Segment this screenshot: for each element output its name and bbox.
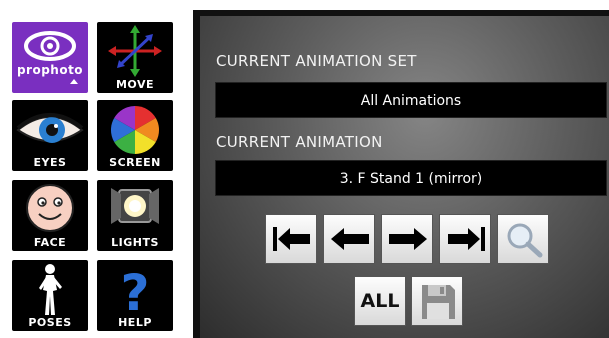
search-button[interactable] — [497, 214, 549, 264]
animation-set-field[interactable]: All Animations — [215, 82, 607, 118]
animation-header: CURRENT ANIMATION — [216, 133, 383, 151]
prev-button[interactable] — [323, 214, 375, 264]
prophoto-eye-logo-icon — [24, 31, 78, 84]
first-arrow-icon — [273, 227, 310, 251]
prophoto-tile[interactable]: prophoto — [12, 22, 88, 93]
magnifier-icon — [507, 223, 543, 258]
poses-tile[interactable]: POSES — [12, 260, 88, 331]
animation-field[interactable]: 3. F Stand 1 (mirror) — [215, 160, 607, 196]
lights-tile[interactable]: LIGHTS — [97, 180, 173, 251]
all-button[interactable]: ALL — [354, 276, 406, 326]
face-label: FACE — [33, 236, 67, 249]
move-tile[interactable]: MOVE — [97, 22, 173, 93]
eyes-tile[interactable]: EYES — [12, 100, 88, 171]
floppy-disk-icon — [422, 285, 455, 319]
first-button[interactable] — [265, 214, 317, 264]
screen-label: SCREEN — [109, 156, 161, 169]
right-arrow-icon — [389, 228, 427, 250]
face-tile[interactable]: FACE — [12, 180, 88, 251]
animation-panel: CURRENT ANIMATION SET All Animations CUR… — [193, 10, 609, 338]
svg-text:?: ? — [120, 264, 149, 322]
help-tile[interactable]: ? HELP — [97, 260, 173, 331]
screen-tile[interactable]: SCREEN — [97, 100, 173, 171]
help-label: HELP — [118, 316, 152, 329]
animation-set-header: CURRENT ANIMATION SET — [216, 52, 417, 70]
eyes-label: EYES — [33, 156, 67, 169]
poses-label: POSES — [28, 316, 72, 329]
lights-label: LIGHTS — [111, 236, 159, 249]
last-arrow-icon — [448, 227, 485, 251]
left-arrow-icon — [331, 228, 369, 250]
next-button[interactable] — [381, 214, 433, 264]
prophoto-label: prophoto — [16, 63, 84, 77]
move-label: MOVE — [115, 78, 155, 91]
last-button[interactable] — [439, 214, 491, 264]
save-button[interactable] — [411, 276, 463, 326]
